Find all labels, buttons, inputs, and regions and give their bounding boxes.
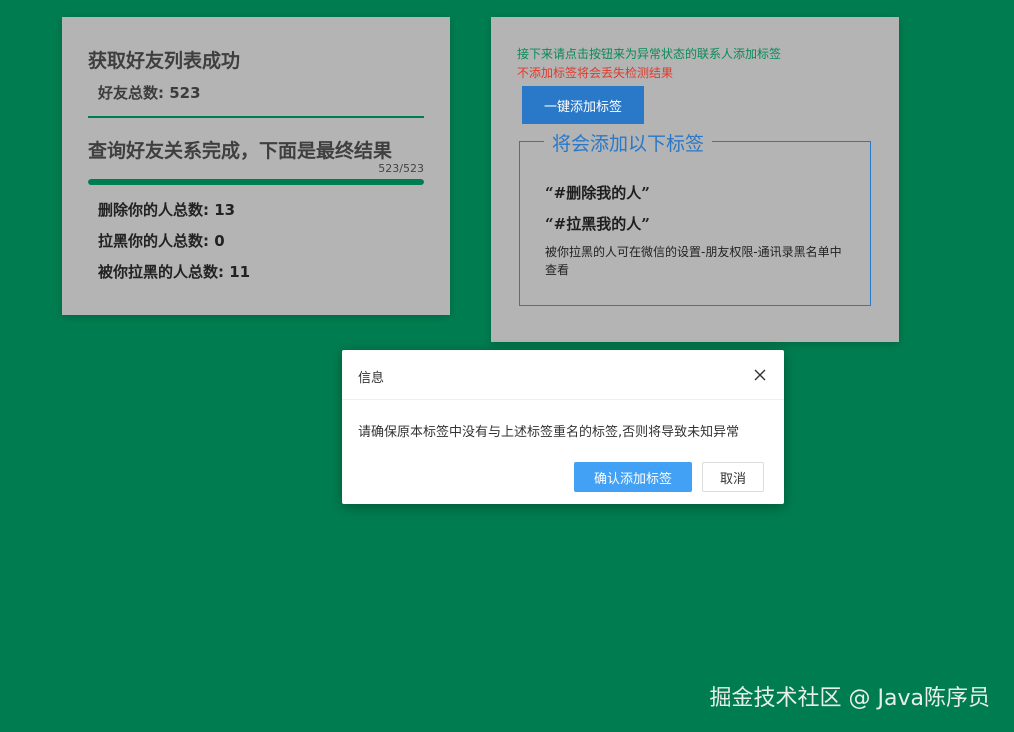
tag-deleted-me: “#删除我的人”: [545, 184, 650, 202]
result-card: 获取好友列表成功 好友总数: 523 查询好友关系完成，下面是最终结果 523/…: [62, 17, 450, 315]
tag-blocked-me: “#拉黑我的人”: [545, 215, 650, 233]
tags-legend: 将会添加以下标签: [544, 129, 713, 156]
close-icon[interactable]: [750, 365, 770, 385]
cancel-button[interactable]: 取消: [702, 462, 764, 492]
tag-card: 接下来请点击按钮来为异常状态的联系人添加标签 不添加标签将会丢失检测结果 一键添…: [491, 17, 899, 342]
confirm-dialog: 信息 请确保原本标签中没有与上述标签重名的标签,否则将导致未知异常 确认添加标签…: [342, 350, 784, 504]
friend-total: 好友总数: 523: [98, 84, 201, 102]
dialog-header: 信息: [342, 350, 784, 400]
stat-blocked-you: 拉黑你的人总数: 0: [98, 232, 225, 250]
divider: [88, 116, 424, 118]
blacklist-note: 被你拉黑的人可在微信的设置-朋友权限-通讯录黑名单中查看: [545, 245, 842, 277]
progress-bar: [88, 179, 424, 185]
dialog-title: 信息: [358, 371, 385, 386]
watermark: 掘金技术社区 @ Java陈序员: [709, 686, 990, 711]
confirm-add-tags-button[interactable]: 确认添加标签: [574, 462, 692, 492]
add-tags-button[interactable]: 一键添加标签: [522, 86, 644, 124]
warning-text: 不添加标签将会丢失检测结果: [517, 66, 674, 80]
dialog-message: 请确保原本标签中没有与上述标签重名的标签,否则将导致未知异常: [358, 425, 740, 440]
progress-text: 523/523: [378, 162, 424, 175]
friend-list-title: 获取好友列表成功: [88, 50, 241, 72]
hint-text: 接下来请点击按钮来为异常状态的联系人添加标签: [517, 47, 782, 61]
relation-title: 查询好友关系完成，下面是最终结果: [88, 140, 393, 162]
progress-fill: [88, 179, 424, 185]
stat-blocked-by-you: 被你拉黑的人总数: 11: [98, 263, 251, 281]
tags-fieldset: 将会添加以下标签 “#删除我的人” “#拉黑我的人” 被你拉黑的人可在微信的设置…: [519, 129, 871, 306]
stat-deleted: 删除你的人总数: 13: [98, 201, 236, 219]
